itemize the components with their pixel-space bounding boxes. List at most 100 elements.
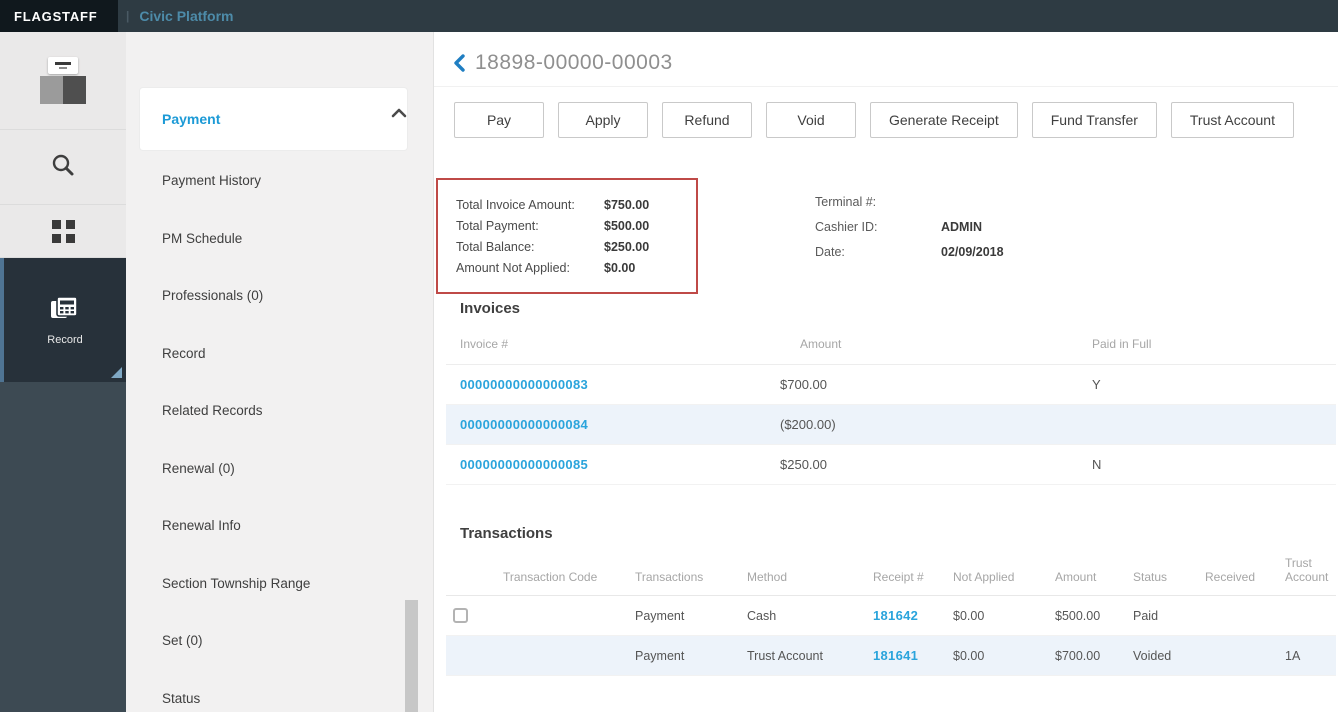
transaction-type: Payment	[628, 635, 740, 677]
invoice-number-link[interactable]: 00000000000000084	[460, 417, 588, 432]
nav-list: Payment History PM Schedule Professional…	[162, 152, 409, 712]
invoice-paid-in-full: Y	[1078, 364, 1336, 405]
record-id-title: 18898-00000-00003	[475, 51, 673, 74]
receipt-number-link[interactable]: 181642	[873, 608, 918, 623]
transaction-checkbox[interactable]	[453, 608, 468, 624]
date-value: 02/09/2018	[941, 245, 1004, 259]
invoice-paid-in-full: N	[1078, 444, 1336, 485]
invoice-paid-in-full	[1078, 404, 1336, 445]
transaction-method: Trust Account	[740, 635, 866, 677]
transaction-code	[496, 595, 628, 637]
invoice-amount: $700.00	[766, 364, 1078, 405]
transaction-received	[1198, 635, 1278, 677]
total-invoice-amount-row: Total Invoice Amount: $750.00	[456, 195, 686, 216]
transaction-trust-account: 1A	[1278, 635, 1336, 677]
transaction-trust-account	[1278, 595, 1336, 637]
paid-in-full-column-header: Paid in Full	[1078, 324, 1336, 365]
void-button[interactable]: Void	[766, 102, 856, 138]
transactions-section-title: Transactions	[460, 525, 553, 542]
total-balance-label: Total Balance:	[456, 240, 535, 254]
amount-not-applied-label: Amount Not Applied:	[456, 261, 570, 275]
invoice-number-link[interactable]: 00000000000000085	[460, 457, 588, 472]
apply-button[interactable]: Apply	[558, 102, 648, 138]
transaction-not-applied: $0.00	[946, 635, 1048, 677]
cashier-id-value: ADMIN	[941, 220, 982, 234]
transactions-table: Transaction Code Transactions Method Rec…	[446, 550, 1336, 677]
nav-item-record[interactable]: Record	[162, 325, 409, 383]
cashier-id-label: Cashier ID:	[815, 220, 878, 234]
transaction-type: Payment	[628, 595, 740, 637]
amount-column-header: Amount	[766, 324, 1078, 365]
record-nav-panel: Payment Payment History PM Schedule Prof…	[126, 32, 434, 712]
terminal-row: Terminal #:	[815, 190, 1004, 215]
select-column-header	[446, 550, 496, 596]
not-applied-column-header: Not Applied	[946, 550, 1048, 596]
method-column-header: Method	[740, 550, 866, 596]
transaction-status: Voided	[1126, 635, 1198, 677]
invoice-row: 00000000000000085 $250.00 N	[446, 444, 1336, 485]
nav-item-related-records[interactable]: Related Records	[162, 382, 409, 440]
invoice-row: 00000000000000084 ($200.00)	[446, 404, 1336, 445]
transaction-status: Paid	[1126, 595, 1198, 637]
agency-logo: FLAGSTAFF	[0, 0, 118, 32]
invoice-number-column-header: Invoice #	[446, 324, 766, 365]
nav-item-professionals[interactable]: Professionals (0)	[162, 267, 409, 325]
transaction-amount: $700.00	[1048, 635, 1126, 677]
invoices-header-row: Invoice # Amount Paid in Full	[446, 324, 1336, 365]
invoice-number-link[interactable]: 00000000000000083	[460, 377, 588, 392]
apps-menu-button[interactable]	[0, 205, 126, 258]
cashier-id-row: Cashier ID: ADMIN	[815, 215, 1004, 240]
refund-button[interactable]: Refund	[662, 102, 752, 138]
payment-toolbar: Pay Apply Refund Void Generate Receipt F…	[434, 87, 1338, 138]
nav-scrollbar-thumb[interactable]	[405, 600, 418, 712]
total-payment-row: Total Payment: $500.00	[456, 216, 686, 237]
fund-transfer-button[interactable]: Fund Transfer	[1031, 102, 1157, 138]
top-bar: FLAGSTAFF | Civic Platform	[0, 0, 1338, 32]
amount-not-applied-value: $0.00	[604, 261, 636, 275]
invoice-row: 00000000000000083 $700.00 Y	[446, 364, 1336, 405]
launchpad-icon	[40, 57, 86, 104]
transaction-not-applied: $0.00	[946, 595, 1048, 637]
transaction-amount: $500.00	[1048, 595, 1126, 637]
total-payment-value: $500.00	[604, 219, 650, 233]
generate-receipt-button[interactable]: Generate Receipt	[870, 102, 1018, 138]
transaction-row: Payment Cash 181642 $0.00 $500.00 Paid	[446, 595, 1336, 637]
nav-item-pm-schedule[interactable]: PM Schedule	[162, 210, 409, 268]
status-column-header: Status	[1126, 550, 1198, 596]
record-tab[interactable]: Record	[0, 258, 126, 382]
nav-item-payment-history[interactable]: Payment History	[162, 152, 409, 210]
date-row: Date: 02/09/2018	[815, 240, 1004, 265]
pay-button[interactable]: Pay	[454, 102, 544, 138]
search-icon	[50, 152, 76, 183]
back-chevron-icon[interactable]	[452, 54, 466, 72]
received-column-header: Received	[1198, 550, 1278, 596]
date-label: Date:	[815, 245, 845, 259]
topbar-separator: |	[126, 9, 130, 23]
record-tab-label: Record	[47, 334, 83, 346]
total-invoice-amount-label: Total Invoice Amount:	[456, 198, 575, 212]
tile-corner-decoration	[111, 367, 122, 378]
agency-name: FLAGSTAFF	[14, 8, 98, 24]
icon-rail: Record	[0, 32, 126, 712]
nav-item-payment-active[interactable]: Payment	[140, 88, 407, 150]
nav-item-set[interactable]: Set (0)	[162, 612, 409, 670]
collapse-chevron-up-icon[interactable]	[391, 106, 407, 124]
amount-column-header: Amount	[1048, 550, 1126, 596]
total-invoice-amount-value: $750.00	[604, 198, 650, 212]
transaction-code	[496, 635, 628, 677]
record-icon	[48, 294, 82, 327]
nav-item-status[interactable]: Status	[162, 670, 409, 712]
nav-item-renewal-info[interactable]: Renewal Info	[162, 497, 409, 555]
terminal-label: Terminal #:	[815, 195, 877, 209]
global-search-button[interactable]	[0, 130, 126, 205]
receipt-number-link[interactable]: 181641	[873, 648, 918, 663]
rail-filler	[0, 382, 126, 712]
nav-item-renewal[interactable]: Renewal (0)	[162, 440, 409, 498]
launchpad-button[interactable]	[0, 32, 126, 130]
trust-account-button[interactable]: Trust Account	[1170, 102, 1294, 138]
transactions-header-row: Transaction Code Transactions Method Rec…	[446, 550, 1336, 596]
payment-totals-box: Total Invoice Amount: $750.00 Total Paym…	[436, 178, 698, 294]
transactions-column-header: Transactions	[628, 550, 740, 596]
nav-item-section-township-range[interactable]: Section Township Range	[162, 555, 409, 613]
invoices-table: Invoice # Amount Paid in Full 0000000000…	[446, 324, 1336, 485]
